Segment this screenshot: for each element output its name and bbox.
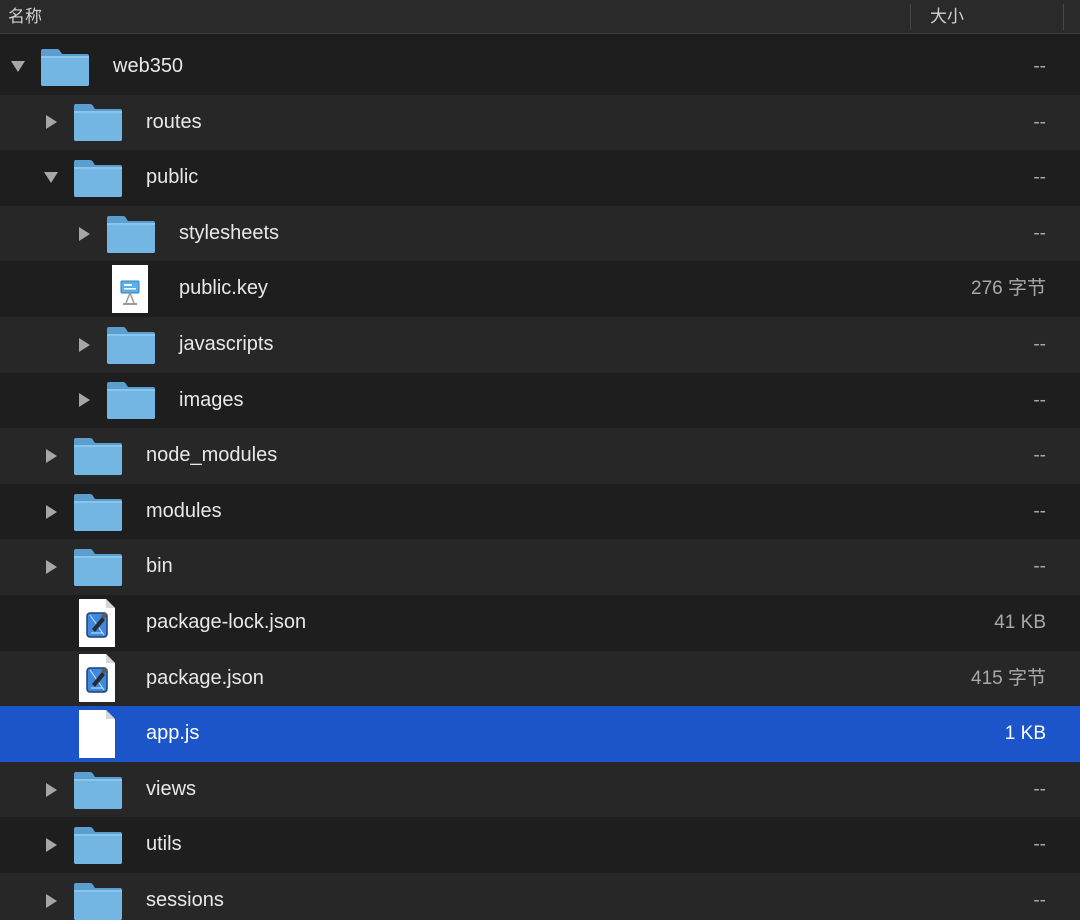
blank-document-icon xyxy=(79,709,115,758)
item-size: -- xyxy=(1033,167,1046,189)
item-name[interactable]: views xyxy=(146,762,196,818)
disclosure-collapsed-icon[interactable] xyxy=(44,782,58,797)
file-row[interactable]: package.json 415 字节 xyxy=(0,650,1080,707)
item-size: -- xyxy=(1033,834,1046,856)
folder-row[interactable]: web350 -- xyxy=(0,39,1080,95)
item-size: -- xyxy=(1033,56,1046,77)
item-name[interactable]: routes xyxy=(146,95,202,151)
item-name[interactable]: web350 xyxy=(113,39,183,95)
folder-row[interactable]: node_modules -- xyxy=(0,428,1080,484)
folder-row[interactable]: bin -- xyxy=(0,539,1080,595)
keynote-document-icon xyxy=(112,265,148,314)
item-size: -- xyxy=(1033,556,1046,578)
folder-row[interactable]: routes -- xyxy=(0,94,1080,151)
folder-icon xyxy=(106,325,156,365)
disclosure-collapsed-icon[interactable] xyxy=(44,504,58,519)
disclosure-collapsed-icon[interactable] xyxy=(44,560,58,575)
item-name[interactable]: app.js xyxy=(146,706,199,762)
item-size: -- xyxy=(1033,500,1046,522)
folder-icon xyxy=(73,770,123,810)
folder-icon xyxy=(73,436,123,476)
disclosure-collapsed-icon[interactable] xyxy=(77,226,91,241)
folder-icon xyxy=(73,547,123,587)
item-name[interactable]: sessions xyxy=(146,873,224,920)
folder-row[interactable]: views -- xyxy=(0,761,1080,818)
item-name[interactable]: public xyxy=(146,150,198,206)
item-size: 1 KB xyxy=(1004,723,1046,745)
xcode-document-icon xyxy=(79,598,115,647)
item-size: -- xyxy=(1033,111,1046,133)
file-list: web350 -- routes -- public -- stylesheets -- pub… xyxy=(0,39,1080,920)
folder-row[interactable]: stylesheets -- xyxy=(0,205,1080,262)
item-name[interactable]: utils xyxy=(146,817,182,873)
disclosure-collapsed-icon[interactable] xyxy=(44,448,58,463)
folder-row[interactable]: utils -- xyxy=(0,817,1080,873)
item-name[interactable]: public.key xyxy=(179,261,268,317)
item-name[interactable]: javascripts xyxy=(179,317,273,373)
disclosure-expanded-icon[interactable] xyxy=(11,60,25,74)
item-name[interactable]: bin xyxy=(146,539,173,595)
xcode-document-icon xyxy=(79,654,115,703)
item-name[interactable]: images xyxy=(179,373,243,429)
name-column-header[interactable]: 名称 xyxy=(8,0,42,33)
file-row[interactable]: package-lock.json 41 KB xyxy=(0,594,1080,651)
folder-row[interactable]: public -- xyxy=(0,150,1080,206)
item-name[interactable]: package-lock.json xyxy=(146,595,306,651)
file-row[interactable]: app.js 1 KB xyxy=(0,706,1080,762)
folder-icon xyxy=(106,380,156,420)
folder-icon xyxy=(73,881,123,920)
folder-row[interactable]: javascripts -- xyxy=(0,316,1080,373)
column-divider[interactable] xyxy=(910,4,911,30)
folder-row[interactable]: sessions -- xyxy=(0,872,1080,920)
item-size: -- xyxy=(1033,222,1046,244)
item-size: -- xyxy=(1033,889,1046,911)
column-header: 名称 大小 xyxy=(0,0,1080,34)
folder-row[interactable]: images -- xyxy=(0,372,1080,429)
disclosure-collapsed-icon[interactable] xyxy=(77,337,91,352)
folder-icon xyxy=(73,158,123,198)
disclosure-collapsed-icon[interactable] xyxy=(77,393,91,408)
size-column-header[interactable]: 大小 xyxy=(930,0,964,33)
item-name[interactable]: node_modules xyxy=(146,428,277,484)
finder-list-view: 名称 大小 web350 -- routes -- public -- stylesheet… xyxy=(0,0,1080,920)
item-size: 276 字节 xyxy=(971,278,1046,300)
item-name[interactable]: stylesheets xyxy=(179,206,279,262)
disclosure-collapsed-icon[interactable] xyxy=(44,893,58,908)
folder-icon xyxy=(73,492,123,532)
column-divider[interactable] xyxy=(1063,4,1064,30)
folder-icon xyxy=(106,214,156,254)
folder-row[interactable]: modules -- xyxy=(0,483,1080,540)
disclosure-collapsed-icon[interactable] xyxy=(44,838,58,853)
item-name[interactable]: package.json xyxy=(146,651,264,707)
item-size: -- xyxy=(1033,778,1046,800)
item-size: 415 字节 xyxy=(971,667,1046,689)
folder-icon xyxy=(73,825,123,865)
disclosure-collapsed-icon[interactable] xyxy=(44,115,58,130)
disclosure-expanded-icon[interactable] xyxy=(44,171,58,185)
folder-icon xyxy=(40,47,90,87)
item-size: -- xyxy=(1033,333,1046,355)
folder-icon xyxy=(73,102,123,142)
item-size: 41 KB xyxy=(994,611,1046,633)
file-row[interactable]: public.key 276 字节 xyxy=(0,261,1080,317)
item-size: -- xyxy=(1033,445,1046,467)
item-size: -- xyxy=(1033,389,1046,411)
item-name[interactable]: modules xyxy=(146,484,222,540)
